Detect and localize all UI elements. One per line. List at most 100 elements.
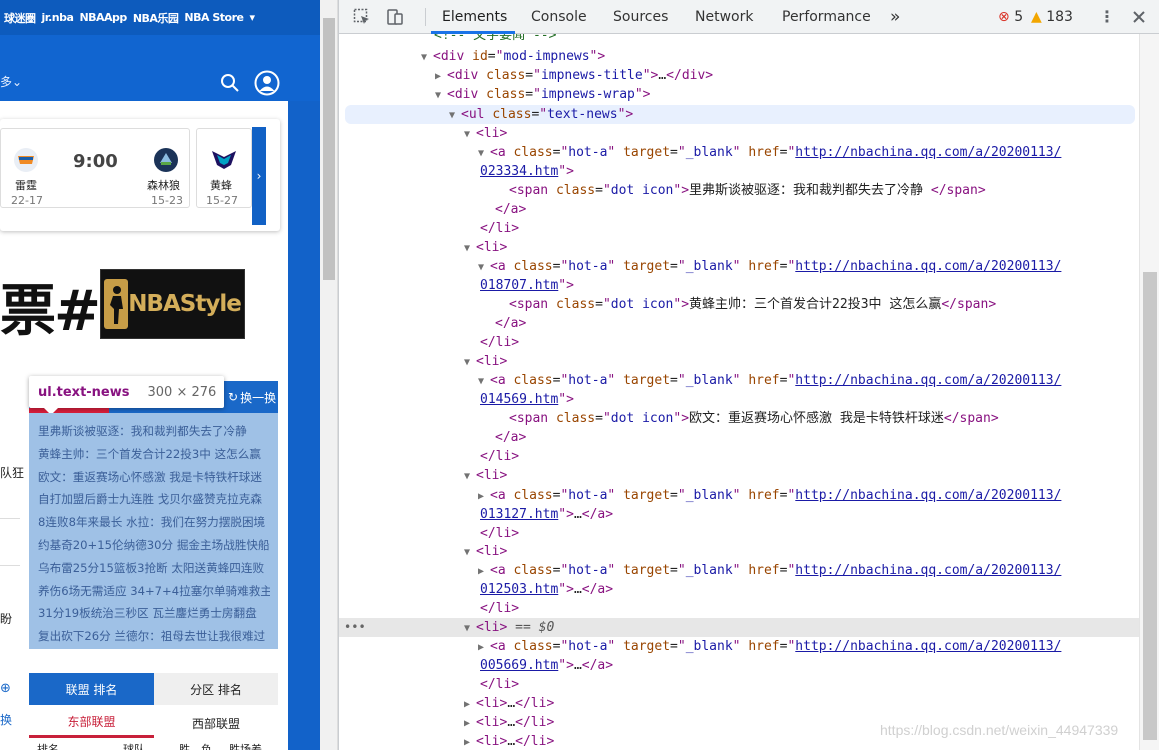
news-item[interactable]: 欧文：重返赛场心怀感激 我是卡特铁杆球迷 (38, 466, 270, 489)
dom-node-li[interactable]: ▼ <li> (464, 352, 507, 371)
search-icon[interactable] (220, 73, 240, 93)
more-tabs-icon[interactable]: » (890, 0, 900, 34)
collapse-arrow-icon[interactable]: ▶ (478, 638, 490, 657)
top-link-nbaapp[interactable]: NBAApp (79, 11, 127, 24)
dom-node-li-collapsed[interactable]: ▶ <li>…</li> (464, 713, 554, 732)
devtools-scrollbar-thumb[interactable] (1143, 272, 1157, 740)
tab-performance[interactable]: Performance (782, 0, 871, 34)
nbastyle-logo[interactable]: NBAStyle (100, 269, 245, 339)
tab-west-conference[interactable]: 西部联盟 (154, 708, 278, 738)
dom-node-span[interactable]: <span class="dot icon">欧文：重返赛场心怀感激 我是卡特铁… (509, 409, 999, 428)
expand-arrow-icon[interactable]: ▼ (478, 372, 490, 391)
dom-node-a[interactable]: ▼ <a class="hot-a" target="_blank" href="… (478, 371, 1061, 390)
top-link-nba-park[interactable]: NBA乐园 (133, 10, 179, 26)
dom-node-a[interactable]: ▶ <a class="hot-a" target="_blank" href="… (478, 561, 1061, 580)
expand-arrow-icon[interactable]: ▼ (478, 258, 490, 277)
dom-node-a[interactable]: ▶ <a class="hot-a" target="_blank" href="… (478, 637, 1061, 656)
dropdown-caret-icon[interactable]: ▾ (249, 11, 255, 24)
href-link[interactable]: http://nbachina.qq.com/a/20200113/ (795, 259, 1061, 274)
expand-arrow-icon[interactable]: ▼ (449, 106, 461, 125)
news-item[interactable]: 约基奇20+15伦纳德30分 掘金主场战胜快船 (38, 534, 270, 557)
dom-node-li-collapsed[interactable]: ▶ <li>…</li> (464, 694, 554, 713)
ticket-banner-text[interactable]: 票# (0, 266, 101, 347)
dom-node-li[interactable]: ▼ <li> (464, 238, 507, 257)
dom-node-a[interactable]: ▼ <a class="hot-a" target="_blank" href="… (478, 143, 1061, 162)
page-scrollbar-thumb[interactable] (323, 18, 335, 280)
refresh-news-button[interactable]: ↻ 换一换 (224, 381, 278, 413)
news-item[interactable]: 8连败8年来最长 水拉：我们在努力摆脱困境 (38, 511, 270, 534)
collapse-arrow-icon[interactable]: ▶ (464, 714, 476, 733)
top-link-jrnba[interactable]: jr.nba (42, 11, 74, 24)
game-card[interactable]: 黄蜂 15-27 (196, 128, 252, 208)
news-item[interactable]: 黄蜂主帅：三个首发合计22投3中 这怎么赢 (38, 443, 270, 466)
more-menu[interactable]: 多⌄ (0, 73, 22, 90)
tab-league-ranking[interactable]: 联盟 排名 (29, 673, 154, 705)
news-item[interactable]: 养伤6场无需适应 34+7+4拉塞尔单骑难救主 (38, 580, 270, 603)
tab-east-conference[interactable]: 东部联盟 (29, 708, 154, 738)
news-item[interactable]: 里弗斯谈被驱逐：我和裁判都失去了冷静 (38, 420, 270, 443)
warning-count[interactable]: ▲ 183 (1031, 9, 1073, 25)
close-icon[interactable] (1131, 9, 1147, 25)
kebab-menu-icon[interactable]: ⋮ (1099, 0, 1115, 34)
collapse-arrow-icon[interactable]: ▶ (478, 487, 490, 506)
dom-node-div-title[interactable]: ▶ <div class="impnews-title">…</div> (435, 66, 713, 85)
tab-network[interactable]: Network (695, 0, 753, 34)
href-link[interactable]: 013127.htm (480, 507, 558, 522)
collapse-arrow-icon[interactable]: ▶ (435, 67, 447, 86)
href-link[interactable]: http://nbachina.qq.com/a/20200113/ (795, 563, 1061, 578)
error-count[interactable]: ⊗ 5 (998, 9, 1023, 25)
device-toolbar-icon[interactable] (386, 8, 404, 26)
user-icon[interactable] (254, 70, 280, 96)
dom-node-a[interactable]: ▼ <a class="hot-a" target="_blank" href="… (478, 257, 1061, 276)
dom-node-li-selected[interactable]: ▼ <li> == $0 (339, 618, 1139, 637)
expand-arrow-icon[interactable]: ▼ (421, 48, 433, 67)
top-link-nba-store[interactable]: NBA Store (184, 11, 244, 24)
dom-node-div-mod[interactable]: ▼ <div id="mod-impnews"> (421, 47, 605, 66)
dom-comment[interactable]: <!-- 文字要闻 --> (434, 34, 556, 45)
expand-arrow-icon[interactable]: ▼ (464, 239, 476, 258)
tab-console[interactable]: Console (531, 0, 587, 34)
collapse-arrow-icon[interactable]: ▶ (464, 695, 476, 714)
game-card[interactable]: 雷霆 22-17 9:00 森林狼 15-23 (0, 128, 190, 208)
href-link[interactable]: 023334.htm (480, 164, 558, 179)
href-link[interactable]: http://nbachina.qq.com/a/20200113/ (795, 639, 1061, 654)
href-link[interactable]: 018707.htm (480, 278, 558, 293)
dom-node-a[interactable]: ▶ <a class="hot-a" target="_blank" href="… (478, 486, 1061, 505)
collapse-arrow-icon[interactable]: ▶ (478, 562, 490, 581)
dom-node-span[interactable]: <span class="dot icon">黄蜂主帅：三个首发合计22投3中 … (509, 295, 996, 314)
tab-division-ranking[interactable]: 分区 排名 (154, 673, 278, 705)
next-games-button[interactable]: › (252, 127, 266, 225)
expand-arrow-icon[interactable]: ▼ (464, 353, 476, 372)
href-link[interactable]: 012503.htm (480, 582, 558, 597)
dom-node-li[interactable]: ▼ <li> (464, 124, 507, 143)
dom-node-div-wrap[interactable]: ▼ <div class="impnews-wrap"> (435, 85, 651, 104)
tab-sources[interactable]: Sources (613, 0, 668, 34)
href-link[interactable]: 005669.htm (480, 658, 558, 673)
news-item[interactable]: 31分19板统治三秒区 瓦兰鏖烂勇士房翻盘 (38, 602, 270, 625)
edge-text[interactable]: 换 (0, 711, 12, 728)
news-item[interactable]: 乌布雷25分15篮板3抢断 太阳送黄蜂四连败 (38, 557, 270, 580)
href-link[interactable]: http://nbachina.qq.com/a/20200113/ (795, 373, 1061, 388)
edge-text[interactable]: 盼 (0, 610, 12, 627)
href-link[interactable]: http://nbachina.qq.com/a/20200113/ (795, 488, 1061, 503)
node-actions-icon[interactable]: ••• (344, 618, 366, 637)
dom-node-li[interactable]: ▼ <li> (464, 466, 507, 485)
expand-arrow-icon[interactable]: ▼ (435, 86, 447, 105)
news-item[interactable]: 复出砍下26分 兰德尔：祖母去世让我很难过 (38, 625, 270, 648)
inspect-element-icon[interactable] (353, 8, 371, 26)
tab-elements[interactable]: Elements (442, 0, 507, 34)
expand-arrow-icon[interactable]: ▼ (464, 619, 476, 638)
href-link[interactable]: http://nbachina.qq.com/a/20200113/ (795, 145, 1061, 160)
dom-node-li-collapsed[interactable]: ▶ <li>…</li> (464, 732, 554, 750)
add-icon[interactable]: ⊕ (0, 681, 11, 696)
expand-arrow-icon[interactable]: ▼ (478, 144, 490, 163)
news-item[interactable]: 自打加盟后爵士九连胜 戈贝尔盛赞克拉克森 (38, 488, 270, 511)
edge-text[interactable]: 队狂 (0, 464, 24, 481)
dom-node-ul-hovered[interactable]: ▼ <ul class="text-news"> (345, 105, 1135, 124)
dom-node-span[interactable]: <span class="dot icon">里弗斯谈被驱逐：我和裁判都失去了冷… (509, 181, 986, 200)
top-link-fans[interactable]: 球迷圈 (4, 10, 36, 26)
expand-arrow-icon[interactable]: ▼ (464, 467, 476, 486)
expand-arrow-icon[interactable]: ▼ (464, 543, 476, 562)
dom-node-li[interactable]: ▼ <li> (464, 542, 507, 561)
collapse-arrow-icon[interactable]: ▶ (464, 733, 476, 750)
